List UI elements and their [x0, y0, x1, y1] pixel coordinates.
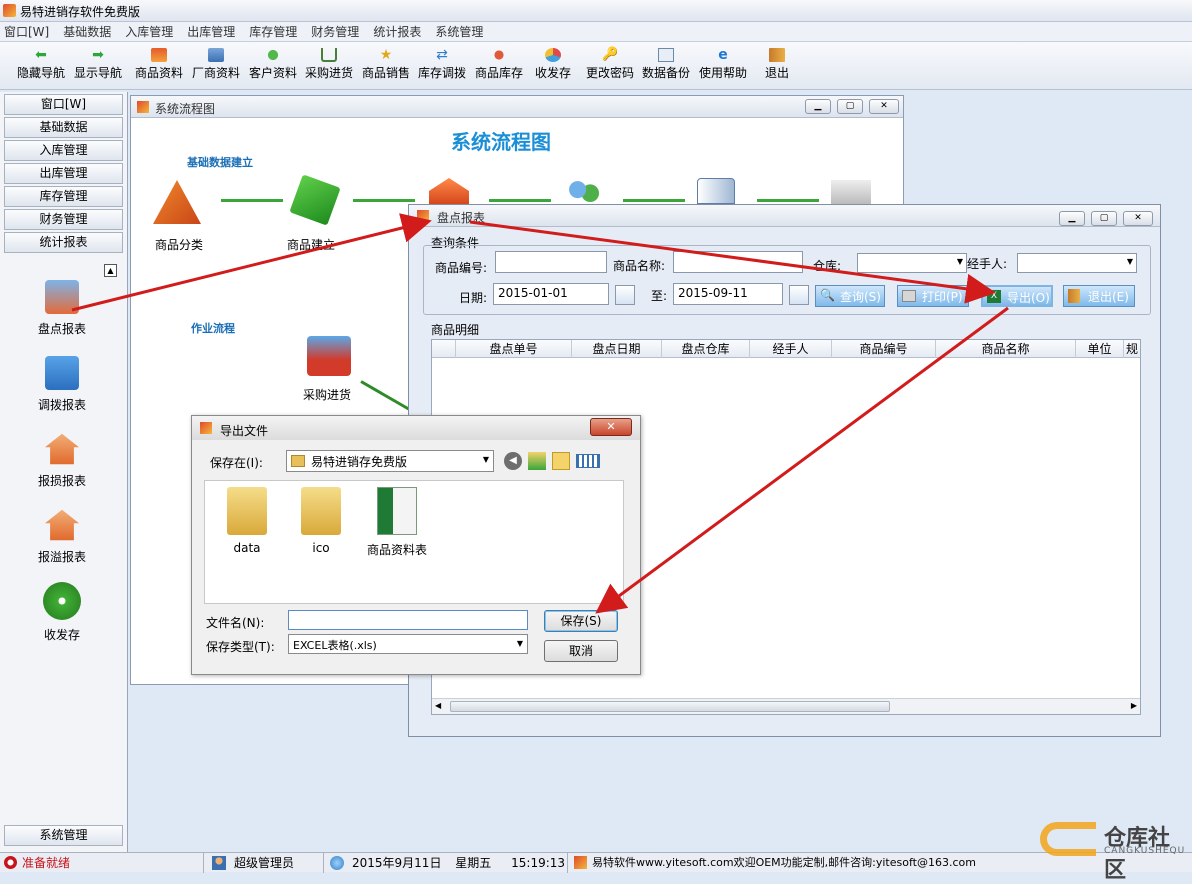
arrow-to-export — [469, 220, 996, 304]
globe-icon — [330, 856, 344, 870]
status-weekday: 星期五 — [455, 856, 492, 870]
arrow-to-save — [595, 306, 1009, 614]
status-time: 15:19:13 — [511, 856, 566, 870]
company-icon — [574, 856, 587, 869]
watermark-symbol — [1040, 822, 1096, 856]
arrow-to-report — [71, 213, 432, 312]
watermark-logo: 仓库社区 CANGKUSHEQU — [1036, 818, 1188, 883]
status-user-text: 超级管理员 — [234, 856, 295, 870]
annotation-arrows — [71, 213, 1009, 614]
user-icon — [212, 856, 226, 870]
status-ready-text: 准备就绪 — [22, 856, 71, 870]
status-bar: 准备就绪 超级管理员 2015年9月11日 星期五 15:19:13 易特软件w… — [0, 852, 1192, 873]
status-date: 2015年9月11日 — [352, 856, 442, 870]
status-datetime: 2015年9月11日 星期五 15:19:13 — [326, 853, 568, 873]
status-icon — [4, 856, 17, 869]
watermark-en: CANGKUSHEQU — [1104, 846, 1186, 856]
status-user: 超级管理员 — [206, 853, 324, 873]
status-company-text: 易特软件www.yitesoft.com欢迎OEM功能定制,邮件咨询:yites… — [592, 856, 976, 869]
status-ready: 准备就绪 — [0, 853, 204, 873]
status-company: 易特软件www.yitesoft.com欢迎OEM功能定制,邮件咨询:yites… — [570, 853, 1030, 873]
